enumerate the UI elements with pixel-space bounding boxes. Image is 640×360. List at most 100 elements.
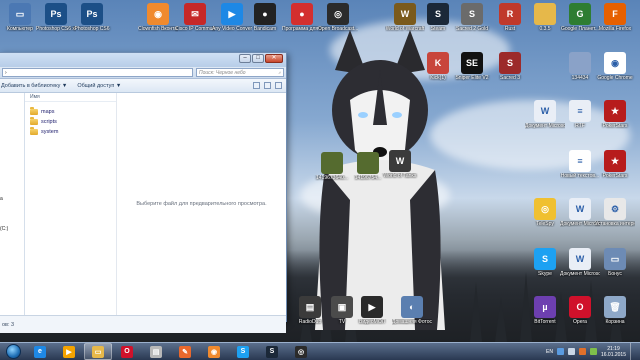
steam-icon: S xyxy=(427,3,449,25)
desktop-icon-ustanovka[interactable]: ⚙Установка интернет... xyxy=(595,198,635,227)
file-134434-icon xyxy=(569,52,591,74)
desktop-icon-label: 134434 xyxy=(571,75,589,81)
preview-pane: Выберите файл для предварительного просм… xyxy=(117,93,286,315)
ps-cs6-x64-icon: Ps xyxy=(45,3,67,25)
desktop-icon-new-text[interactable]: ≡ Новый текстов... xyxy=(560,150,600,179)
desktop-icon-label: Установка интернет... xyxy=(595,221,635,227)
desktop-icon-computer[interactable]: ▭ Компьютер xyxy=(0,3,40,32)
desktop-icon-trash[interactable]: 🗑 Корзина xyxy=(595,296,635,325)
desktop-icon-label: PokerStars xyxy=(602,123,628,129)
preview-pane-icon[interactable] xyxy=(264,82,271,89)
maximize-button[interactable]: □ xyxy=(252,54,264,63)
taskbar-clownfish-button[interactable]: ◉ xyxy=(200,343,228,360)
start-button[interactable] xyxy=(0,343,26,360)
desktop-icon-ps-cs6-x64[interactable]: PsPhotoshop CS6 x64 xyxy=(36,3,76,32)
desktop-icon-tools-spy[interactable]: ◎ TeleSpy xyxy=(525,198,565,227)
desktop-icon-doc-ms[interactable]: WДокумент Microsoft... xyxy=(525,100,565,129)
list-item[interactable]: scripts xyxy=(25,117,116,127)
desktop-icon-cisco-ip-comm[interactable]: ✉Cisco IP Communic... xyxy=(175,3,215,32)
search-input[interactable]: Поиск: Черное небо ⌕ xyxy=(196,68,284,77)
list-item[interactable]: system xyxy=(25,127,116,137)
desktop-icon-label: Clownfish Вконта... xyxy=(138,26,178,32)
taskbar-explorer-button[interactable]: ▭ xyxy=(84,343,112,360)
desktop-icon-label: Sacred 3 xyxy=(499,75,520,81)
address-bar[interactable]: › xyxy=(2,68,193,77)
desktop-icon-sacred2[interactable]: S Sacred 2 Gold xyxy=(452,3,492,32)
tray-network-icon[interactable] xyxy=(556,348,564,355)
rust-icon: R xyxy=(499,3,521,25)
share-button[interactable]: Общий доступ ▼ xyxy=(77,83,121,89)
desktop-icon-pokerstars1[interactable]: ★ PokerStars xyxy=(595,100,635,129)
minimize-button[interactable]: – xyxy=(239,54,251,63)
tray-volume-icon[interactable] xyxy=(567,348,575,355)
desktop-icon-bittorrent[interactable]: µ BitTorrent xyxy=(525,296,565,325)
desktop-icon-home-photo[interactable]: ◐Домашняя Фотостудия xyxy=(392,296,432,325)
nav-item[interactable]: а xyxy=(0,196,3,202)
show-desktop-button[interactable] xyxy=(630,342,636,360)
home-photo-icon: ◐ xyxy=(401,296,423,318)
desktop-icon-screenshot1[interactable]: 1419673640... xyxy=(312,152,352,181)
explorer-window: – □ ✕ › Поиск: Черное небо ⌕ Добавить в … xyxy=(0,52,287,333)
desktop-icon-sniper-elite[interactable]: SE Sniper Elite V2 xyxy=(452,52,492,81)
desktop-icon-chrome-clownfish[interactable]: ◉ Clownfish Вконта... xyxy=(138,3,178,32)
taskbar-opera-button[interactable]: O xyxy=(113,343,141,360)
wot-desktop-icon: W xyxy=(389,150,411,172)
desktop-icon-label: Новый текстов... xyxy=(560,173,600,179)
google-maps-icon: G xyxy=(569,3,591,25)
tray-app-icon[interactable] xyxy=(578,348,586,355)
desktop-icon-label: Bandicam xyxy=(253,26,277,32)
taskbar-obs-button[interactable]: ◎ xyxy=(287,343,315,360)
skype-icon: S xyxy=(534,248,556,270)
desktop-icon-mes-bonus[interactable]: ▭ Бонус xyxy=(595,248,635,277)
add-to-library-button[interactable]: Добавить в библиотеку ▼ xyxy=(1,83,67,89)
desktop-icon-label: Google Chrome xyxy=(597,75,633,81)
desktop-icon-skype[interactable]: S Skype xyxy=(525,248,565,277)
desktop-icon-rust[interactable]: R Rust xyxy=(490,3,530,32)
nav-item-drive-c[interactable]: (C:) xyxy=(0,226,8,232)
explorer-titlebar[interactable]: – □ ✕ xyxy=(0,53,286,67)
help-icon[interactable] xyxy=(275,82,282,89)
taskbar-paint-button[interactable]: ✎ xyxy=(171,343,199,360)
clock[interactable]: 21:19 16.01.2015 xyxy=(601,346,626,358)
taskbar-skype-button[interactable]: S xyxy=(229,343,257,360)
desktop-icon-opera[interactable]: O Opera xyxy=(560,296,600,325)
wow-icon: W xyxy=(394,3,416,25)
taskbar-unknown-button[interactable]: ▤ xyxy=(142,343,170,360)
tray-app-icon[interactable] xyxy=(589,348,597,355)
navigation-pane[interactable]: а (C:) xyxy=(0,93,25,315)
desktop-icon-google-maps[interactable]: G Google Планет... xyxy=(560,3,600,32)
list-item[interactable]: maps xyxy=(25,107,116,117)
opera-icon: O xyxy=(569,296,591,318)
desktop-icon-firefox[interactable]: F Mozilla Firefox xyxy=(595,3,635,32)
desktop-icon-label: Google Планет... xyxy=(560,26,600,32)
desktop-icon-rtf[interactable]: ≡ RTF xyxy=(560,100,600,129)
close-button[interactable]: ✕ xyxy=(265,54,283,63)
desktop-icon-doc-ms2[interactable]: WДокумент Microsoft... xyxy=(560,198,600,227)
taskbar-ie-button[interactable]: e xyxy=(26,343,54,360)
desktop-icon-label: 1419673640... xyxy=(316,175,348,181)
desktop-icon-bandicam[interactable]: ● Bandicam xyxy=(245,3,285,32)
desktop-icon-file-134434[interactable]: 134434 xyxy=(560,52,600,81)
desktop-icon-folder-035[interactable]: 0.3.5 xyxy=(525,3,565,32)
desktop-icon-program-record[interactable]: ●Программа для записи... xyxy=(282,3,322,32)
obs-icon: ◎ xyxy=(327,3,349,25)
desktop-icon-pokerstars2[interactable]: ★ PokerStars xyxy=(595,150,635,179)
trash-icon: 🗑 xyxy=(604,296,626,318)
desktop-icon-google-chrome[interactable]: ◉ Google Chrome xyxy=(595,52,635,81)
obs-icon: ◎ xyxy=(295,345,307,358)
view-options-icon[interactable] xyxy=(253,82,260,89)
taskbar-wmp-button[interactable]: ▶ xyxy=(55,343,83,360)
desktop-icon-doc-ms3[interactable]: WДокумент Microsoft... xyxy=(560,248,600,277)
desktop-icon-ps-cs6[interactable]: Ps Photoshop CS6 xyxy=(72,3,112,32)
desktop-icon-label: Программа для записи... xyxy=(282,26,322,32)
desktop-icon-screenshot2[interactable]: 14196754... xyxy=(348,152,388,181)
desktop-icon-label: ВидеоМОЛ xyxy=(359,319,385,325)
desktop-icon-obs[interactable]: ◎ Open Broadcast... xyxy=(318,3,358,32)
desktop-icon-sacred3[interactable]: S Sacred 3 xyxy=(490,52,530,81)
column-header-name[interactable]: Имя xyxy=(25,93,116,102)
system-tray: EN 21:19 16.01.2015 xyxy=(546,342,640,360)
taskbar-steam-button[interactable]: S xyxy=(258,343,286,360)
desktop-icon-label: RTF xyxy=(575,123,585,129)
desktop-icon-video-mol[interactable]: ▶ ВидеоМОЛ xyxy=(352,296,392,325)
language-indicator[interactable]: EN xyxy=(546,349,553,355)
